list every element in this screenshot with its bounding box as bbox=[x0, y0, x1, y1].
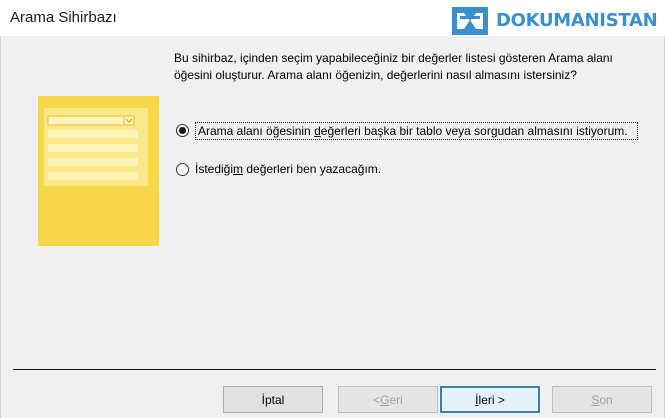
lookup-field-illustration-icon bbox=[38, 96, 159, 246]
option-from-table-label[interactable]: Arama alanı öğesinin değerleri başka bir… bbox=[195, 122, 638, 140]
next-button[interactable]: İleri > bbox=[440, 386, 540, 413]
option-type-values-label[interactable]: İstediğim değerleri ben yazacağım. bbox=[195, 161, 381, 177]
instructions-text: Bu sihirbaz, içinden seçim yapabileceğin… bbox=[174, 51, 613, 82]
option-type-values[interactable]: İstediğim değerleri ben yazacağım. bbox=[176, 161, 381, 177]
cancel-button[interactable]: İptal bbox=[223, 386, 323, 413]
option-from-table[interactable]: Arama alanı öğesinin değerleri başka bir… bbox=[176, 122, 638, 140]
watermark-text: DOKUMANISTAN bbox=[496, 10, 658, 31]
watermark-logo: DOKUMANISTAN bbox=[452, 5, 665, 37]
radio-from-table[interactable] bbox=[176, 124, 189, 137]
window-title: Arama Sihirbazı bbox=[10, 9, 117, 26]
watermark-logo-icon bbox=[452, 7, 488, 35]
radio-type-values[interactable] bbox=[176, 163, 189, 176]
wizard-body: Bu sihirbaz, içinden seçim yapabileceğin… bbox=[0, 36, 665, 418]
back-button[interactable]: < Geri bbox=[338, 386, 438, 413]
footer-divider bbox=[13, 369, 656, 370]
title-bar: Arama Sihirbazı DOKUMANISTAN bbox=[0, 0, 665, 36]
finish-button[interactable]: Son bbox=[552, 386, 652, 413]
